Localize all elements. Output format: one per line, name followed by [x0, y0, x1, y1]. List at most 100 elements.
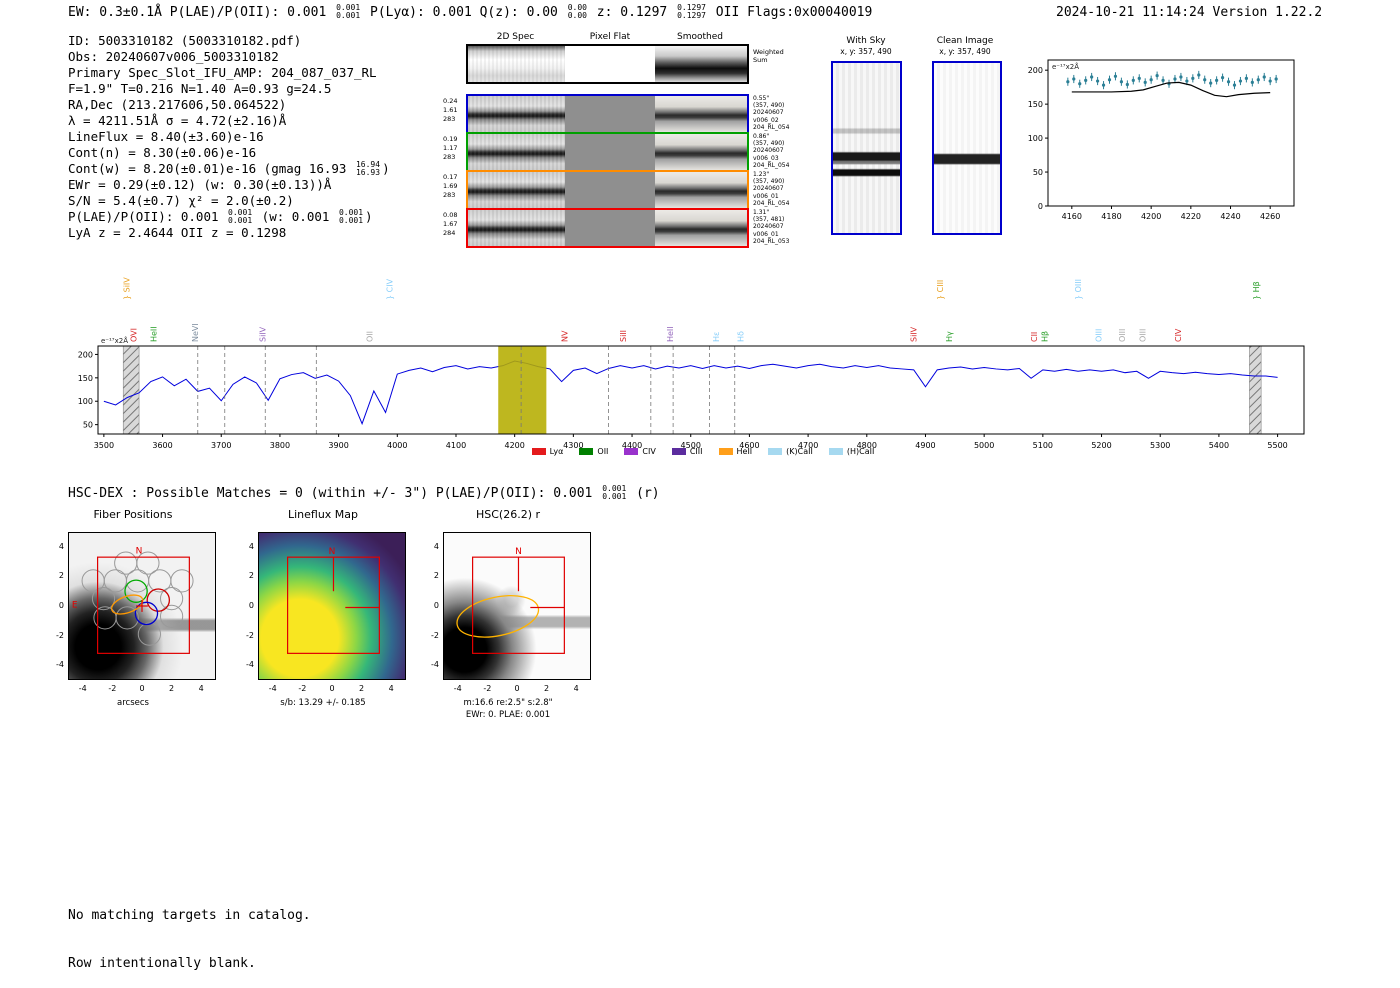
cutout-column-header: Pixel Flat	[589, 32, 631, 42]
svg-text:HeII: HeII	[150, 326, 159, 342]
cutout-row-annotation: 0.55" (357, 490) 20240607 v006_02 204_RL_054	[753, 95, 790, 131]
y-tick-label: -4	[246, 660, 254, 670]
svg-text:150: 150	[78, 374, 93, 383]
y-tick-label: 2	[248, 571, 254, 581]
cutout-row-annotation: 1.31" (357, 481) 20240607 v006_01 204_RL_053	[753, 209, 790, 245]
y-tick-label: 4	[433, 541, 439, 551]
text-segment: Cont(w) = 8.20(±0.01)e-16 (gmag 16.93	[68, 161, 354, 176]
svg-text:OIII: OIII	[1118, 329, 1127, 342]
hsc-r-panel: HSC(26.2) r N m:16.6 re:2.5" s:2.8" EWr:…	[413, 508, 613, 723]
x-tick-label: 2	[359, 684, 365, 693]
text-segment: (w: 0.001	[254, 209, 337, 224]
svg-text:OII: OII	[366, 331, 375, 342]
hsc-r-caption: m:16.6 re:2.5" s:2.8"	[463, 698, 553, 708]
legend-label: (K)CaII	[786, 447, 813, 456]
cutout-smoothed-image	[655, 134, 747, 170]
x-tick-label: -4	[268, 684, 277, 693]
svg-text:CIV: CIV	[1174, 328, 1183, 342]
stacked-value: 0.001 0.001	[228, 208, 253, 225]
stacked-value: 0.001 0.001	[602, 484, 627, 501]
cutout-row	[466, 44, 749, 84]
svg-text:OIII: OIII	[1139, 329, 1148, 342]
svg-text:} Hβ: } Hβ	[1252, 281, 1261, 300]
legend-label: Lyα	[549, 447, 564, 456]
legend-swatch	[718, 448, 733, 455]
svg-text:Hγ: Hγ	[945, 331, 954, 342]
text-segment: EW: 0.3±0.1Å P(LAE)/P(OII): 0.001	[68, 5, 335, 20]
svg-text:SiIV: SiIV	[910, 326, 919, 342]
cutout-smoothed-image	[655, 172, 747, 208]
y-tick-label: 0	[248, 601, 254, 610]
main-spectrum-chart: 50 100 150 200 3500 3600 3700 3800 3900 4000 4100 4…	[58, 266, 1348, 466]
svg-text:} SiIV: } SiIV	[123, 277, 132, 300]
info-line-id: ID: 5003310182 (5003310182.pdf)	[68, 33, 390, 49]
cutout-pixelflat-image	[565, 96, 655, 132]
legend-item: (K)CaII	[768, 447, 813, 456]
footer-notes: No matching targets in catalog. Row inte…	[68, 876, 311, 988]
legend-swatch	[579, 448, 594, 455]
svg-text:4200: 4200	[1141, 212, 1161, 221]
svg-text:NV: NV	[560, 330, 569, 342]
info-line-cont-w: Cont(w) = 8.20(±0.01)e-16 (gmag 16.93 16…	[68, 161, 390, 177]
info-line-radec: RA,Dec (213.217606,50.064522)	[68, 97, 390, 113]
detection-info-block: ID: 5003310182 (5003310182.pdf) Obs: 202…	[68, 33, 390, 241]
y-tick-label: 4	[248, 541, 254, 551]
cutout-row	[466, 208, 749, 248]
cutout-row-annotation: Weighted Sum	[753, 48, 784, 64]
header-stats: EW: 0.3±0.1Å P(LAE)/P(OII): 0.001 0.001 0…	[68, 3, 872, 20]
with-sky-image-content	[833, 63, 900, 233]
x-tick-label: 4	[198, 684, 204, 693]
clean-image-content	[934, 63, 1000, 233]
text-segment: P(LAE)/P(OII): 0.001	[68, 209, 227, 224]
stacked-value: 0.001 0.001	[338, 208, 364, 225]
legend-swatch	[828, 448, 843, 455]
info-line-lambda: λ = 4211.51Å σ = 4.72(±2.16)Å	[68, 113, 390, 129]
svg-text:4260: 4260	[1260, 212, 1280, 221]
stacked-value: 0.001 0.001	[336, 3, 361, 20]
cutout-row	[466, 170, 749, 210]
text-segment: ID: 5003310182 (5003310182.pdf)	[68, 33, 302, 48]
svg-text:4220: 4220	[1181, 212, 1201, 221]
cutout-2dspec-image	[468, 210, 565, 246]
x-tick-label: 4	[388, 684, 394, 693]
lineflux-map-overlay: N	[287, 547, 380, 654]
svg-text:e⁻¹⁷x2Å: e⁻¹⁷x2Å	[101, 336, 128, 345]
y-tick-label: 0	[433, 601, 439, 610]
stacked-value: 16.94 16.93	[355, 160, 381, 177]
lineflux-map-caption: s/b: 13.29 +/- 0.185	[280, 698, 366, 708]
cutout-pixelflat-image	[565, 172, 655, 208]
text-segment: RA,Dec (213.217606,50.064522)	[68, 97, 287, 112]
with-sky-coords: x, y: 357, 490	[840, 47, 892, 56]
cutout-row-weights: 0.17 1.69 283	[443, 173, 458, 199]
x-tick-label: 0	[329, 684, 335, 693]
cutout-smoothed-image	[655, 210, 747, 246]
hsc-r-title: HSC(26.2) r	[475, 508, 541, 521]
footer-note-line2: Row intentionally blank.	[68, 956, 256, 971]
text-segment: )	[382, 161, 390, 176]
lineflux-map-panel: Lineflux Map N s/b: 13.29 +/- 0.185 -4 -4…	[228, 508, 428, 723]
svg-text:200: 200	[1028, 66, 1043, 75]
y-tick-label: -2	[431, 630, 439, 640]
y-tick-label: -2	[246, 630, 254, 640]
info-line-plae: P(LAE)/P(OII): 0.001 0.001 0.001 (w: 0.00…	[68, 209, 390, 225]
svg-text:0: 0	[1038, 202, 1043, 211]
with-sky-image	[831, 61, 902, 235]
footer-note-line1: No matching targets in catalog.	[68, 908, 311, 923]
svg-text:OIII: OIII	[1095, 329, 1104, 342]
svg-text:Hδ: Hδ	[737, 331, 746, 342]
legend-item: CIV	[624, 447, 656, 456]
stacked-value: 0.00 0.00	[567, 3, 587, 20]
svg-text:N: N	[329, 547, 336, 557]
cutout-pixelflat-image	[565, 46, 655, 82]
legend-label: OII	[597, 447, 609, 456]
elixer-report-page: { "header": { "segments": [ {"t":"EW: 0.…	[0, 0, 1400, 971]
info-line-sn: S/N = 5.4(±0.7) χ² = 2.0(±0.2)	[68, 193, 390, 209]
svg-text:N: N	[136, 547, 143, 557]
svg-text:Hε: Hε	[712, 332, 721, 342]
clean-image	[932, 61, 1002, 235]
x-tick-label: 2	[169, 684, 175, 693]
svg-text:4160: 4160	[1062, 212, 1082, 221]
spec-cutout-grid: 2D Spec Pixel Flat Smoothed Weighted Sum 0.2…	[443, 30, 823, 255]
info-line-redshifts: LyA z = 2.4644 OII z = 0.1298	[68, 225, 390, 241]
text-segment: EWr = 0.29(±0.12) (w: 0.30(±0.13))Å	[68, 177, 332, 192]
